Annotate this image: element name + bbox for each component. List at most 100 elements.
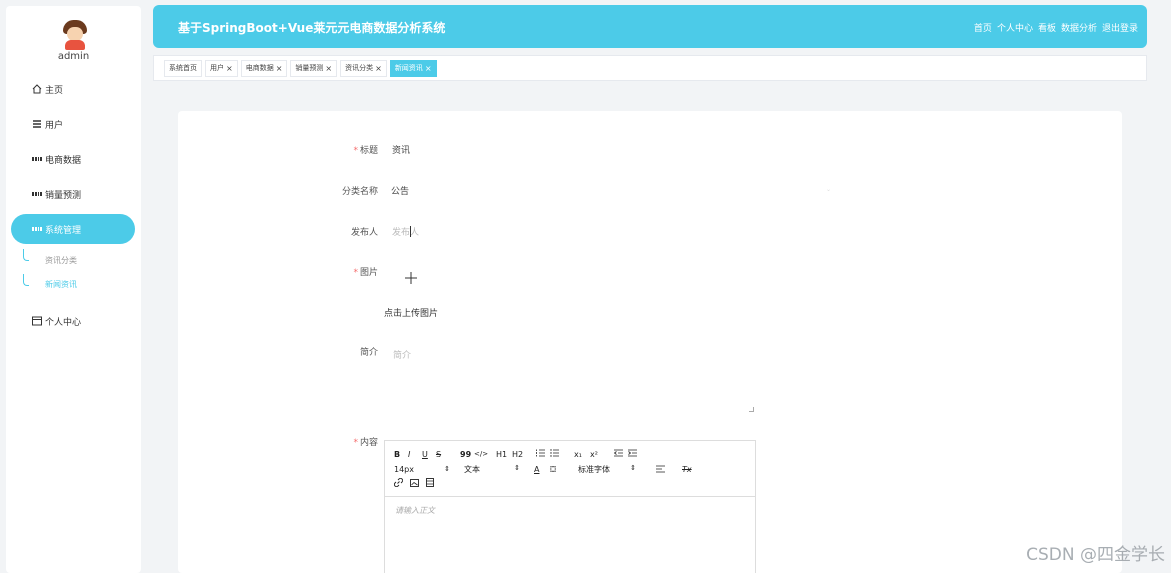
tab-sales-forecast[interactable]: 销量预测 ×: [290, 59, 338, 77]
sidebar-item-sales-forecast[interactable]: 销量预测: [11, 179, 135, 209]
grid-icon: [32, 224, 42, 234]
tree-connector: [23, 249, 29, 261]
header-link-analysis[interactable]: 数据分析: [1061, 21, 1097, 34]
category-select[interactable]: 公告: [391, 184, 409, 197]
intro-placeholder: 简介: [393, 351, 412, 361]
tab-users[interactable]: 用户 ×: [205, 59, 238, 77]
resize-handle[interactable]: [749, 407, 754, 412]
italic-button[interactable]: I: [408, 450, 422, 459]
grid-icon: [32, 189, 42, 199]
tab-label: 用户: [210, 64, 224, 72]
sidebar-item-label: 用户: [45, 120, 64, 131]
editor-content-area[interactable]: 请输入正文: [385, 496, 755, 573]
close-icon[interactable]: ×: [425, 64, 432, 73]
editor-toolbar-row-2: 14px ⇕ 文本 ⇕ A ⛋ 标准字体 ⇕ Tx: [394, 464, 692, 475]
image-icon[interactable]: [410, 478, 426, 489]
publisher-input[interactable]: 发布人: [392, 225, 419, 238]
username: admin: [57, 51, 90, 62]
plus-icon: [405, 272, 417, 284]
strike-button[interactable]: S: [436, 450, 460, 459]
chevron-down-icon[interactable]: ⌄: [826, 186, 831, 193]
chevron-updown-icon: ⇕: [630, 464, 636, 472]
sidebar-item-label: 个人中心: [45, 317, 82, 328]
link-icon[interactable]: [394, 478, 410, 489]
blockquote-button[interactable]: 99: [460, 450, 474, 459]
close-icon[interactable]: ×: [226, 64, 233, 73]
grid-icon: [32, 154, 42, 164]
h1-button[interactable]: H1: [496, 450, 512, 459]
header-link-dashboard[interactable]: 看板: [1038, 21, 1056, 34]
title-label: * 标题: [353, 146, 378, 156]
upload-hint: 点击上传图片: [384, 309, 439, 319]
superscript-button[interactable]: x²: [590, 450, 614, 459]
bullet-list-icon[interactable]: [550, 449, 574, 459]
list-icon: [32, 119, 42, 129]
sidebar-item-label: 主页: [45, 85, 64, 96]
outdent-icon[interactable]: [613, 449, 628, 459]
h2-button[interactable]: H2: [512, 450, 536, 459]
sidebar-item-label: 系统管理: [45, 225, 82, 236]
close-icon[interactable]: ×: [276, 64, 283, 73]
publisher-label: 发布人: [350, 228, 378, 238]
sidebar-item-users[interactable]: 用户: [11, 109, 135, 139]
tab-label: 系统首页: [169, 64, 197, 72]
sidebar-item-home[interactable]: 主页: [11, 74, 135, 104]
clear-format-button[interactable]: Tx: [682, 465, 692, 474]
font-size-select[interactable]: 14px ⇕: [394, 465, 464, 474]
text-format-select[interactable]: 文本 ⇕: [464, 464, 534, 475]
required-mark: *: [353, 146, 358, 156]
subscript-button[interactable]: x₁: [574, 450, 590, 459]
close-icon[interactable]: ×: [325, 64, 332, 73]
text-format-value: 文本: [464, 465, 480, 474]
editor-placeholder: 请输入正文: [395, 506, 435, 515]
background-color-icon[interactable]: ⛋: [550, 465, 578, 475]
tab-system-home[interactable]: 系统首页: [164, 59, 202, 77]
font-family-select[interactable]: 标准字体 ⇕: [578, 464, 656, 475]
sidebar-item-profile[interactable]: 个人中心: [11, 306, 135, 336]
tab-bar: 系统首页 用户 × 电商数据 × 销量预测 × 资讯分类 × 新闻资讯 ×: [153, 55, 1147, 81]
align-icon[interactable]: [656, 465, 682, 475]
content-label: * 内容: [353, 438, 378, 448]
tab-ecommerce-data[interactable]: 电商数据 ×: [240, 59, 288, 77]
ordered-list-icon[interactable]: [536, 449, 550, 459]
rich-text-editor: B I U S 99 </> H1 H2 x₁ x² 14px ⇕ 文本 ⇕ A ⛋…: [384, 440, 756, 573]
tree-connector: [23, 274, 29, 286]
sidebar-item-ecommerce-data[interactable]: 电商数据: [11, 144, 135, 174]
chevron-updown-icon: ⇕: [444, 465, 450, 473]
tab-news-category[interactable]: 资讯分类 ×: [340, 59, 387, 77]
sidebar-subitem-news-category[interactable]: 资讯分类: [45, 255, 77, 266]
sidebar-item-system-management[interactable]: 系统管理: [11, 214, 135, 244]
watermark: CSDN @四金学长: [1026, 545, 1165, 565]
header-link-home[interactable]: 首页: [974, 21, 992, 34]
sidebar: admin 主页 用户 电商数据 销量预测 系统管理 资讯分类 新闻资讯 个人中…: [6, 6, 141, 573]
close-icon[interactable]: ×: [375, 64, 382, 73]
header-link-logout[interactable]: 退出登录: [1102, 21, 1138, 34]
intro-textarea[interactable]: 简介: [383, 340, 756, 414]
indent-icon[interactable]: [628, 449, 642, 459]
image-upload-button[interactable]: [383, 258, 439, 298]
category-label: 分类名称: [341, 187, 378, 197]
sidebar-subitem-news[interactable]: 新闻资讯: [45, 279, 77, 290]
text-cursor: [410, 226, 411, 237]
tab-news[interactable]: 新闻资讯 ×: [389, 59, 437, 77]
required-mark: *: [353, 268, 358, 278]
sidebar-item-label: 销量预测: [45, 190, 82, 201]
home-icon: [32, 84, 42, 94]
underline-button[interactable]: U: [422, 450, 436, 459]
title-input[interactable]: 资讯: [392, 143, 410, 156]
tab-label: 电商数据: [245, 64, 274, 72]
code-button[interactable]: </>: [474, 450, 496, 458]
tab-label: 新闻资讯: [394, 64, 423, 72]
tab-label: 销量预测: [295, 64, 324, 72]
avatar[interactable]: [61, 20, 89, 50]
image-label: * 图片: [353, 268, 378, 278]
editor-toolbar-row-3: [394, 478, 442, 489]
top-header: 基于SpringBoot+Vue莱元元电商数据分析系统 首页 个人中心 看板 数…: [153, 5, 1147, 48]
font-color-icon[interactable]: A: [534, 465, 550, 474]
chevron-updown-icon: ⇕: [514, 464, 520, 472]
font-family-value: 标准字体: [578, 465, 610, 474]
video-icon[interactable]: [426, 478, 442, 489]
required-mark: *: [353, 438, 358, 448]
bold-button[interactable]: B: [394, 450, 408, 459]
header-link-profile[interactable]: 个人中心: [997, 21, 1033, 34]
